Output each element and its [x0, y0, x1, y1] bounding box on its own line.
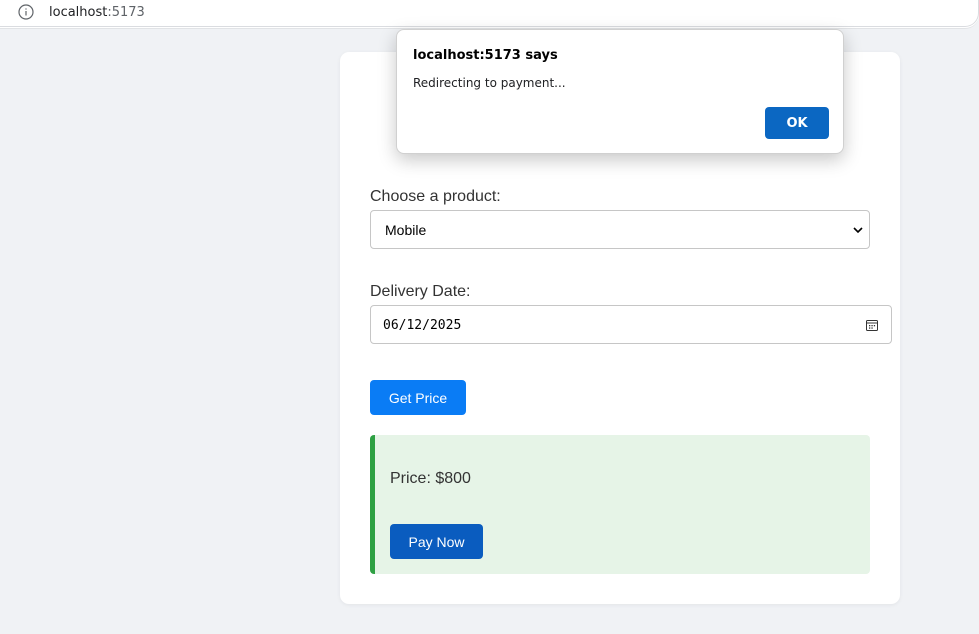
alert-dialog: localhost:5173 says Redirecting to payme… — [396, 29, 844, 154]
ok-button[interactable]: OK — [765, 107, 829, 139]
info-icon[interactable] — [18, 4, 34, 20]
product-selected-value: Mobile — [385, 222, 427, 238]
delivery-date-label: Delivery Date: — [370, 283, 471, 300]
dialog-message: Redirecting to payment... — [413, 76, 566, 90]
calendar-icon[interactable] — [865, 318, 879, 332]
delivery-date-input[interactable]: 06/12/2025 — [370, 305, 892, 344]
chevron-down-icon — [853, 227, 863, 234]
address-bar-outline — [0, 0, 979, 27]
url-text[interactable]: localhost:5173 — [49, 5, 145, 20]
product-select[interactable]: Mobile — [370, 210, 870, 249]
delivery-date-value: 06/12/2025 — [383, 318, 462, 333]
price-text: Price: $800 — [390, 470, 471, 487]
address-bar[interactable]: localhost:5173 — [0, 0, 979, 29]
price-result-panel: Price: $800 Pay Now — [370, 435, 870, 574]
product-label: Choose a product: — [370, 188, 501, 205]
pay-now-button[interactable]: Pay Now — [390, 524, 483, 559]
get-price-button[interactable]: Get Price — [370, 380, 466, 415]
dialog-title: localhost:5173 says — [413, 48, 558, 63]
url-port: :5173 — [107, 5, 145, 20]
url-host: localhost — [49, 5, 108, 20]
